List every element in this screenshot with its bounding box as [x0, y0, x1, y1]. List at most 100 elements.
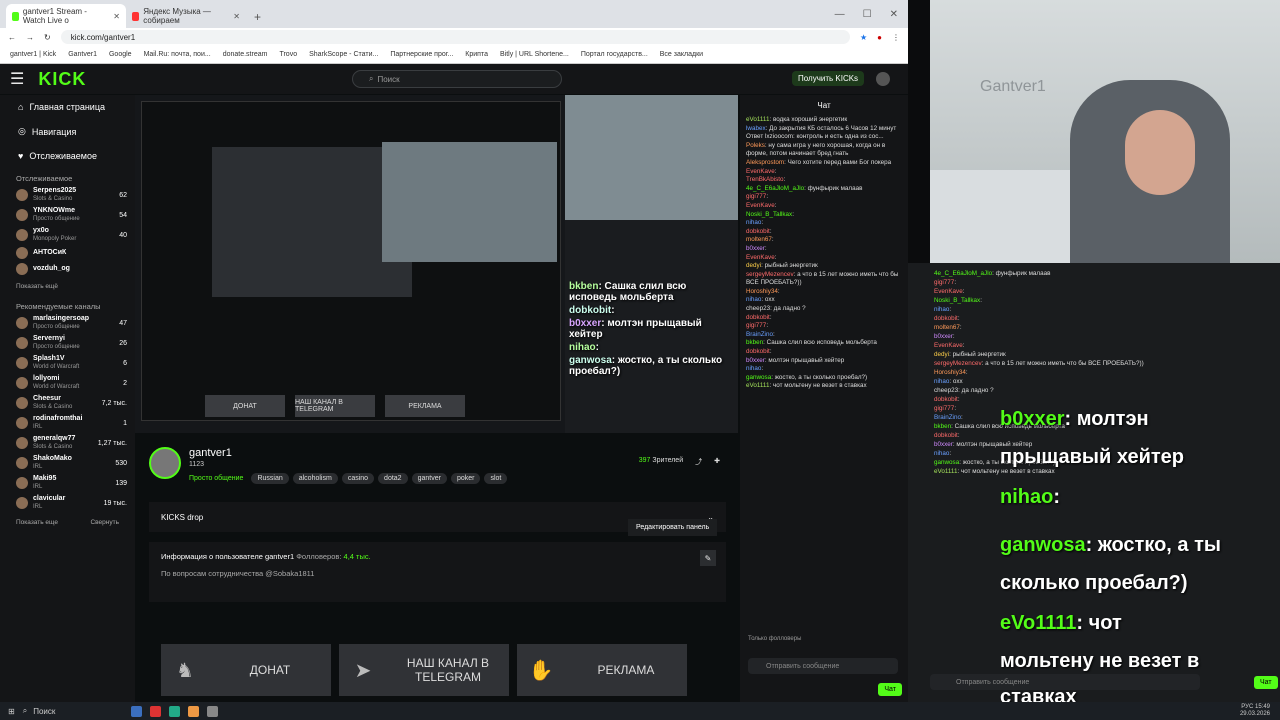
share-icon[interactable]: ⤴: [695, 457, 702, 467]
overlay-chat-input[interactable]: Отправить сообщение: [930, 674, 1200, 690]
stream-tag[interactable]: alcoholism: [292, 473, 338, 484]
nav-browse[interactable]: ◎ Навигация: [0, 119, 135, 144]
chat-username[interactable]: dedyi: [746, 262, 761, 269]
edit-icon[interactable]: ✎: [700, 550, 716, 566]
sidebar-channel[interactable]: YNKNOWme Просто общение 54: [0, 205, 135, 225]
gift-icon[interactable]: ✚: [714, 457, 720, 467]
bookmark-item[interactable]: Портал государств...: [581, 51, 648, 58]
ads-panel[interactable]: ✋ РЕКЛАМА: [517, 644, 687, 696]
back-icon[interactable]: ←: [8, 33, 16, 42]
chat-username[interactable]: dobkobit: [746, 348, 770, 355]
chat-username[interactable]: dobkobit: [746, 228, 770, 235]
chrome-icon[interactable]: [187, 705, 199, 717]
sidebar-channel[interactable]: vozduh_og: [0, 261, 135, 277]
app-icon[interactable]: [168, 705, 180, 717]
kick-logo[interactable]: KICK: [38, 69, 86, 90]
bookmark-item[interactable]: Gantver1: [68, 51, 97, 58]
forward-icon[interactable]: →: [26, 33, 34, 42]
profile-icon[interactable]: ●: [877, 33, 882, 42]
chat-username[interactable]: nihao: [746, 219, 761, 226]
chat-username[interactable]: nihao: [746, 296, 761, 303]
sidebar-channel[interactable]: marlasingersoap Просто общение 47: [0, 313, 135, 333]
show-more-button[interactable]: Показать еще: [16, 519, 58, 526]
minimize-icon[interactable]: —: [835, 9, 845, 20]
app-icon[interactable]: [206, 705, 218, 717]
url-field[interactable]: kick.com/gantver1: [60, 30, 850, 44]
sidebar-channel[interactable]: clavicular IRL 19 тыс.: [0, 493, 135, 513]
chat-username[interactable]: ganwosa: [746, 374, 771, 381]
donate-panel[interactable]: ♞ ДОНАТ: [161, 644, 331, 696]
sidebar-channel[interactable]: Serpens2025 Slots & Casino 62: [0, 185, 135, 205]
taskbar-search[interactable]: ⌕ Поиск: [23, 706, 123, 716]
chat-username[interactable]: Horoshiy34: [746, 288, 778, 295]
star-icon[interactable]: ★: [860, 33, 867, 42]
nav-home[interactable]: ⌂ Главная страница: [0, 95, 135, 119]
chat-username[interactable]: eVo1111: [746, 382, 769, 389]
bookmark-item[interactable]: Все закладки: [660, 51, 703, 58]
chat-input[interactable]: Отправить сообщение: [748, 658, 898, 674]
video-player[interactable]: ДОНАТ НАШ КАНАЛ В TELEGRAM РЕКЛАМА bkben…: [135, 95, 738, 433]
category-link[interactable]: Просто общение: [189, 475, 243, 482]
chat-username[interactable]: bkben: [746, 339, 763, 346]
chat-username[interactable]: EvenKave: [746, 168, 775, 175]
bookmark-item[interactable]: Крипта: [465, 51, 488, 58]
chat-username[interactable]: molten67: [746, 236, 772, 243]
chat-username[interactable]: lwabex: [746, 125, 766, 132]
edit-panel-button[interactable]: Редактировать панель: [628, 519, 718, 536]
sidebar-channel[interactable]: generalqw77 Slots & Casino 1,27 тыс.: [0, 433, 135, 453]
close-window-icon[interactable]: ✕: [890, 9, 898, 20]
tab-kick[interactable]: gantver1 Stream - Watch Live o ✕: [6, 4, 126, 28]
chat-username[interactable]: Noski_B_Tallkax: [746, 211, 792, 218]
chat-username[interactable]: dobkobit: [746, 314, 770, 321]
app-icon[interactable]: [130, 705, 142, 717]
sidebar-channel[interactable]: Cheesur Slots & Casino 7,2 тыс.: [0, 393, 135, 413]
app-icon[interactable]: [149, 705, 161, 717]
bookmark-item[interactable]: gantver1 | Kick: [10, 51, 56, 58]
streamer-name[interactable]: gantver1: [189, 447, 507, 459]
bookmark-item[interactable]: Trovo: [279, 51, 297, 58]
chat-username[interactable]: Aleksprostom: [746, 159, 784, 166]
stream-tag[interactable]: gantver: [411, 473, 447, 484]
chat-send-button[interactable]: Чат: [878, 683, 902, 696]
nav-following[interactable]: ♥ Отслеживаемое: [0, 144, 135, 168]
maximize-icon[interactable]: ☐: [863, 9, 872, 20]
overlay-chat-send[interactable]: Чат: [1254, 676, 1278, 689]
stream-tag[interactable]: poker: [450, 473, 481, 484]
stream-tag[interactable]: slot: [484, 473, 508, 484]
bookmark-item[interactable]: Bitly | URL Shortene...: [500, 51, 569, 58]
sidebar-channel[interactable]: lollyomi World of Warcraft 2: [0, 373, 135, 393]
close-icon[interactable]: ✕: [233, 12, 240, 21]
new-tab-icon[interactable]: +: [246, 10, 269, 28]
chat-username[interactable]: EvenKave: [746, 202, 775, 209]
chat-username[interactable]: EvenKave: [746, 254, 775, 261]
chat-username[interactable]: cheep23: [746, 305, 770, 312]
sidebar-channel[interactable]: АНТОСиК: [0, 245, 135, 261]
chat-username[interactable]: TrenBkAbisto: [746, 176, 784, 183]
sidebar-channel[interactable]: ShakoMako IRL 530: [0, 453, 135, 473]
streamer-avatar[interactable]: [149, 447, 181, 479]
telegram-panel[interactable]: ➤ НАШ КАНАЛ В TELEGRAM: [339, 644, 509, 696]
windows-start-icon[interactable]: ⊞: [8, 707, 15, 716]
sidebar-channel[interactable]: yx0o Monopoly Poker 40: [0, 225, 135, 245]
hamburger-icon[interactable]: ☰: [10, 69, 24, 89]
sidebar-channel[interactable]: rodinafromthai IRL 1: [0, 413, 135, 433]
chat-username[interactable]: 4e_C_E6aJloM_aJlo: [746, 185, 804, 192]
chat-username[interactable]: sergeyMezencev: [746, 271, 794, 278]
sidebar-channel[interactable]: Maki95 IRL 139: [0, 473, 135, 493]
chat-username[interactable]: nihao: [746, 365, 761, 372]
bookmark-item[interactable]: SharkScope - Стати...: [309, 51, 378, 58]
show-more-followed[interactable]: Показать ещё: [0, 277, 135, 296]
bookmark-item[interactable]: Партнерские прог...: [390, 51, 453, 58]
close-icon[interactable]: ✕: [113, 12, 120, 21]
chat-username[interactable]: gigi777: [746, 322, 766, 329]
search-input[interactable]: ⌕ Поиск: [352, 70, 562, 88]
reload-icon[interactable]: ↻: [44, 33, 51, 42]
chat-username[interactable]: eVo1111: [746, 116, 769, 123]
tab-yandex-music[interactable]: Яндекс Музыка — собираем ✕: [126, 4, 246, 28]
sidebar-channel[interactable]: Splash1V World of Warcraft 6: [0, 353, 135, 373]
get-kicks-button[interactable]: Получить KICKs: [792, 71, 865, 86]
sidebar-channel[interactable]: Servernyi Просто общение 26: [0, 333, 135, 353]
stream-tag[interactable]: dota2: [378, 473, 408, 484]
menu-icon[interactable]: ⋮: [892, 33, 900, 42]
bookmark-item[interactable]: donate.stream: [223, 51, 268, 58]
